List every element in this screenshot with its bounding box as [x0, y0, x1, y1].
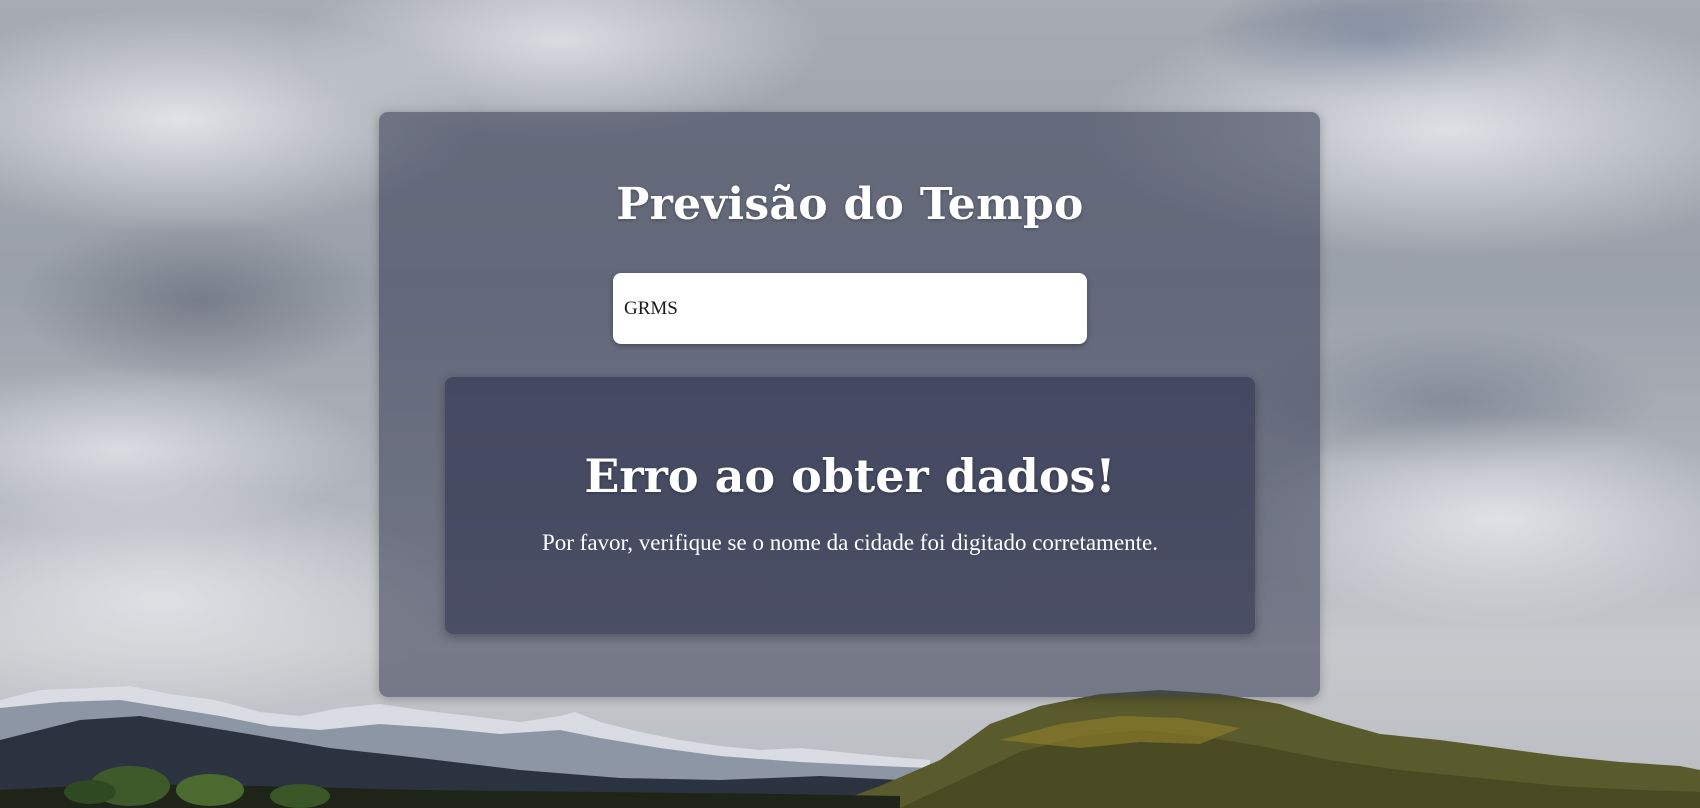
error-result-panel — [445, 377, 1255, 634]
page-title: Previsão do Tempo — [616, 179, 1084, 230]
error-title: Erro ao obter dados! — [584, 449, 1116, 503]
error-message: Por favor, verifique se o nome da cidade… — [541, 530, 1158, 555]
city-search-input[interactable] — [613, 273, 1087, 344]
